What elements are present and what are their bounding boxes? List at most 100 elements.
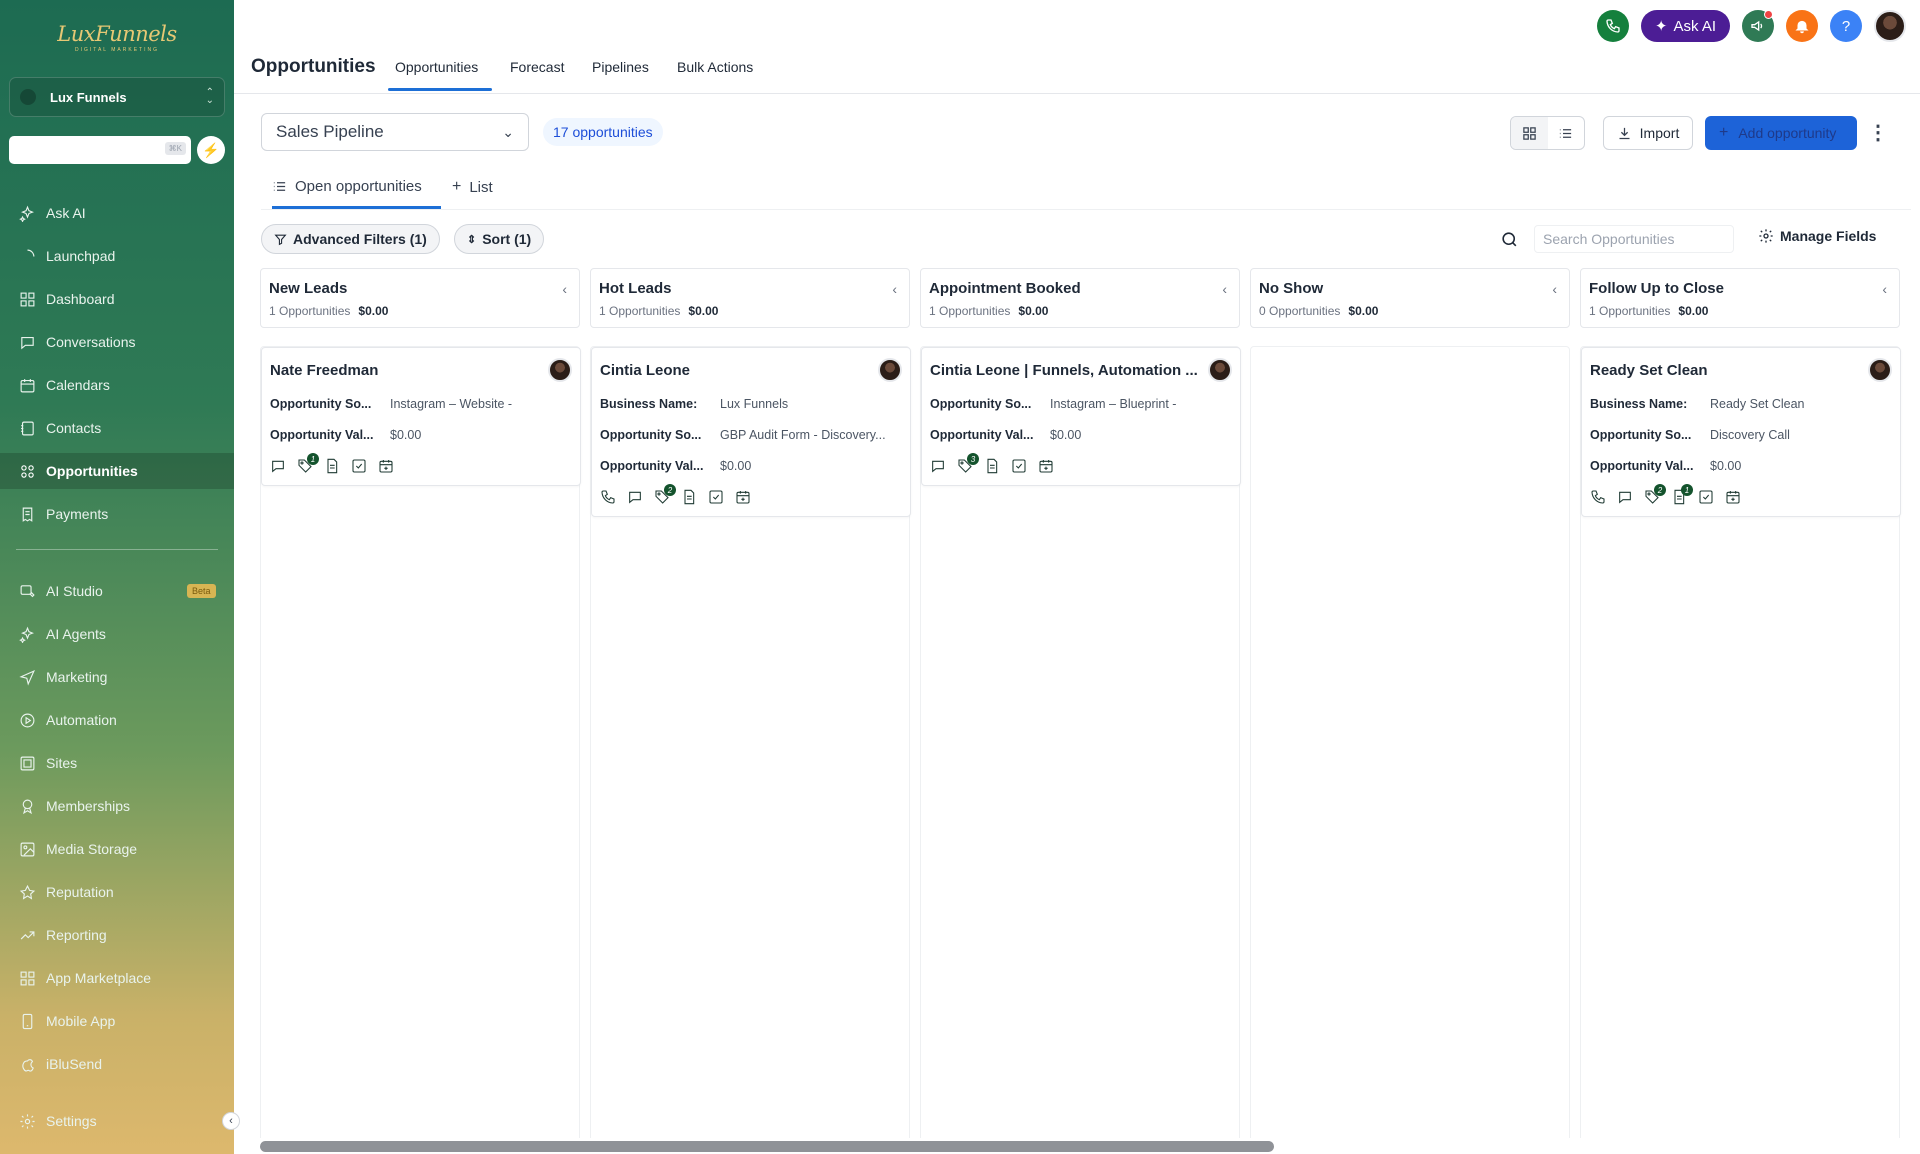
tab-pipelines[interactable]: Pipelines xyxy=(592,59,649,75)
chat-icon xyxy=(18,333,36,351)
header-actions: ✦ Ask AI ? xyxy=(1596,10,1920,42)
card-actions: 1 xyxy=(270,453,572,475)
owner-avatar[interactable] xyxy=(1208,358,1232,382)
help-button[interactable]: ? xyxy=(1830,10,1862,42)
opportunity-name[interactable]: Cintia Leone xyxy=(600,362,875,382)
card-field: Opportunity So... GBP Audit Form - Discov… xyxy=(600,426,902,444)
tag-icon[interactable]: 2 xyxy=(1644,484,1666,506)
owner-avatar[interactable] xyxy=(548,358,572,382)
opportunity-name[interactable]: Nate Freedman xyxy=(270,362,545,382)
sidebar-item-marketing[interactable]: Marketing xyxy=(0,659,234,695)
field-value: Discovery Call xyxy=(1710,428,1790,442)
task-icon[interactable] xyxy=(708,489,725,506)
sidebar-item-ai-agents[interactable]: AI Agents xyxy=(0,616,234,652)
sidebar-item-reputation[interactable]: Reputation xyxy=(0,874,234,910)
help-icon: ? xyxy=(1841,17,1851,35)
collapse-column-chevron-icon[interactable]: ‹ xyxy=(1552,281,1557,297)
user-avatar[interactable] xyxy=(1874,10,1906,42)
chat-icon[interactable] xyxy=(627,489,644,506)
tab-forecast[interactable]: Forecast xyxy=(510,59,564,75)
add-opportunity-button[interactable]: + Add opportunity xyxy=(1705,116,1857,150)
pipeline-select[interactable]: Sales Pipeline ⌄ xyxy=(261,113,529,151)
opportunity-card[interactable]: Cintia Leone Business Name: Lux Funnels Opp… xyxy=(591,347,911,517)
column-value: $0.00 xyxy=(1018,304,1049,318)
phone-icon[interactable] xyxy=(600,489,617,506)
tag-icon[interactable]: 2 xyxy=(654,484,676,506)
brand-logo[interactable]: LuxFunnels DIGITAL MARKETING xyxy=(0,22,234,53)
opportunity-card[interactable]: Ready Set Clean Business Name: Ready Set C… xyxy=(1581,347,1901,517)
sort-button[interactable]: ⇕ Sort (1) xyxy=(454,224,545,254)
sidebar-item-app-marketplace[interactable]: App Marketplace xyxy=(0,960,234,996)
sidebar-item-memberships[interactable]: Memberships xyxy=(0,788,234,824)
sidebar-item-label: Opportunities xyxy=(46,463,138,479)
chat-icon[interactable] xyxy=(1617,489,1634,506)
manage-fields-button[interactable]: Manage Fields xyxy=(1758,228,1876,244)
appt-icon[interactable] xyxy=(1038,458,1055,475)
phone-icon[interactable] xyxy=(1590,489,1607,506)
ask-ai-button[interactable]: ✦ Ask AI xyxy=(1640,10,1730,42)
collapse-column-chevron-icon[interactable]: ‹ xyxy=(1882,281,1887,297)
sidebar-item-payments[interactable]: Payments xyxy=(0,496,234,532)
subtab-open-opportunities[interactable]: Open opportunities xyxy=(272,178,422,195)
collapse-column-chevron-icon[interactable]: ‹ xyxy=(562,281,567,297)
list-view-button[interactable] xyxy=(1548,117,1585,149)
owner-avatar[interactable] xyxy=(1868,358,1892,382)
appt-icon[interactable] xyxy=(1725,489,1742,506)
sidebar-item-iblusend[interactable]: iBluSend xyxy=(0,1046,234,1082)
ask-ai-label: Ask AI xyxy=(1673,17,1716,35)
collapse-column-chevron-icon[interactable]: ‹ xyxy=(892,281,897,297)
collapse-column-chevron-icon[interactable]: ‹ xyxy=(1222,281,1227,297)
tag-icon[interactable]: 3 xyxy=(957,453,979,475)
sidebar-item-automation[interactable]: Automation xyxy=(0,702,234,738)
subtab-add-list[interactable]: + List xyxy=(452,178,493,196)
sidebar-item-contacts[interactable]: Contacts xyxy=(0,410,234,446)
card-field: Opportunity So... Instagram – Blueprint - xyxy=(930,395,1232,413)
more-options-icon[interactable]: ⋮ xyxy=(1868,120,1888,145)
horizontal-scrollbar[interactable] xyxy=(260,1141,1274,1152)
opportunity-name[interactable]: Ready Set Clean xyxy=(1590,362,1865,382)
chat-icon[interactable] xyxy=(270,458,287,475)
owner-avatar[interactable] xyxy=(878,358,902,382)
sidebar-item-media-storage[interactable]: Media Storage xyxy=(0,831,234,867)
task-icon[interactable] xyxy=(351,458,368,475)
sidebar-item-ask-ai[interactable]: Ask AI xyxy=(0,195,234,231)
quick-action-bolt-icon[interactable]: ⚡ xyxy=(197,136,225,164)
search-opportunities-input[interactable] xyxy=(1534,225,1734,253)
tab-bulk-actions[interactable]: Bulk Actions xyxy=(677,59,753,75)
doc-icon[interactable] xyxy=(984,458,1001,475)
board-view-button[interactable] xyxy=(1511,117,1548,149)
notifications-button[interactable] xyxy=(1786,10,1818,42)
chat-icon[interactable] xyxy=(930,458,947,475)
appt-icon[interactable] xyxy=(378,458,395,475)
account-switcher[interactable]: Lux Funnels ⌃ ⌄ xyxy=(9,77,225,117)
tab-opportunities[interactable]: Opportunities xyxy=(395,59,478,75)
collapse-sidebar-button[interactable]: ‹ xyxy=(222,1112,240,1130)
sidebar-item-conversations[interactable]: Conversations xyxy=(0,324,234,360)
sidebar-item-reporting[interactable]: Reporting xyxy=(0,917,234,953)
sidebar-search-input[interactable]: ⌘K xyxy=(9,136,191,164)
phone-button[interactable] xyxy=(1596,10,1629,42)
sidebar-item-mobile-app[interactable]: Mobile App xyxy=(0,1003,234,1039)
sidebar-item-sites[interactable]: Sites xyxy=(0,745,234,781)
plus-icon: + xyxy=(452,178,462,195)
import-button[interactable]: Import xyxy=(1603,116,1693,150)
appt-icon[interactable] xyxy=(735,489,752,506)
sidebar-item-launchpad[interactable]: Launchpad xyxy=(0,238,234,274)
sidebar-item-ai-studio[interactable]: AI Studio Beta xyxy=(0,573,234,609)
task-icon[interactable] xyxy=(1698,489,1715,506)
opportunity-card[interactable]: Nate Freedman Opportunity So... Instagram … xyxy=(261,347,581,486)
announcements-button[interactable] xyxy=(1742,10,1774,42)
sidebar-item-opportunities[interactable]: Opportunities xyxy=(0,453,234,489)
doc-icon[interactable]: 1 xyxy=(1671,484,1693,506)
task-icon[interactable] xyxy=(1011,458,1028,475)
tag-icon[interactable]: 1 xyxy=(297,453,319,475)
doc-icon[interactable] xyxy=(681,489,698,506)
launchpad-icon xyxy=(18,247,36,265)
sidebar-item-settings[interactable]: Settings xyxy=(0,1103,234,1139)
opportunity-name[interactable]: Cintia Leone | Funnels, Automation ... xyxy=(930,362,1205,382)
advanced-filters-button[interactable]: Advanced Filters (1) xyxy=(261,224,440,254)
doc-icon[interactable] xyxy=(324,458,341,475)
sidebar-item-calendars[interactable]: Calendars xyxy=(0,367,234,403)
opportunity-card[interactable]: Cintia Leone | Funnels, Automation ... Op… xyxy=(921,347,1241,486)
sidebar-item-dashboard[interactable]: Dashboard xyxy=(0,281,234,317)
